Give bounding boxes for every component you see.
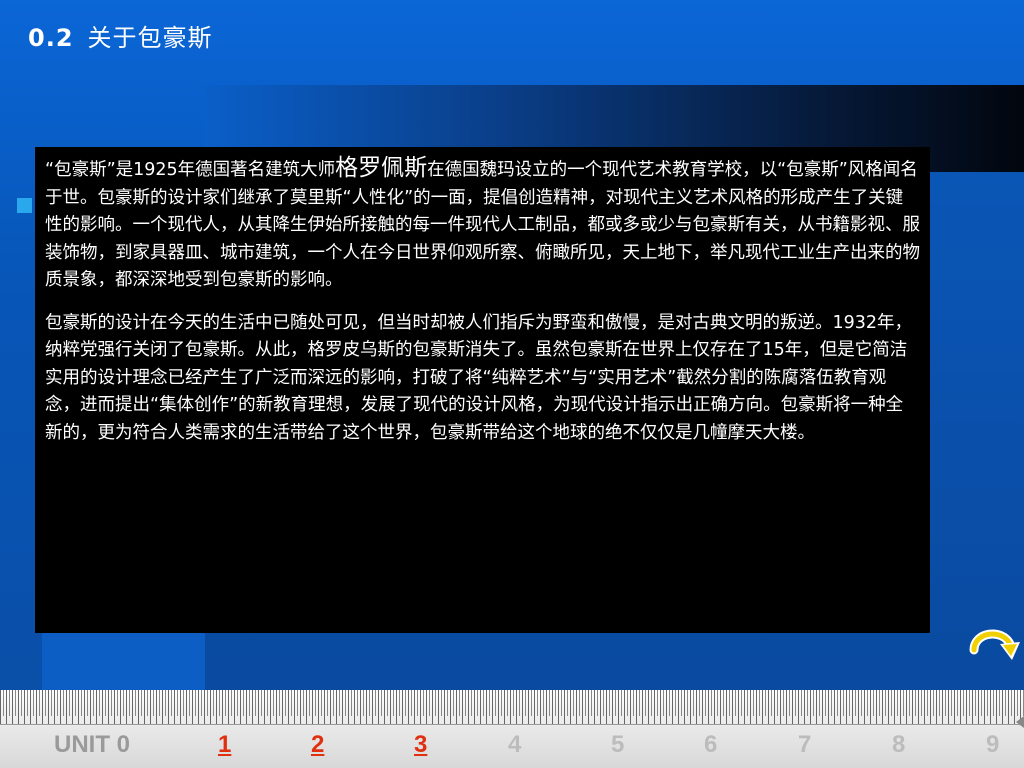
paragraph-1: “包豪斯”是1925年德国著名建筑大师格罗佩斯在德国魏玛设立的一个现代艺术教育学… xyxy=(45,155,920,295)
nav-page-1[interactable]: 1 xyxy=(218,731,231,759)
nav-page-9: 9 xyxy=(986,731,1000,758)
ruler-end-marker-icon xyxy=(1016,716,1024,728)
return-arrow-icon[interactable] xyxy=(968,624,1020,662)
nav-page-3[interactable]: 3 xyxy=(414,731,427,759)
nav-page-7: 7 xyxy=(798,731,812,758)
paragraph-2: 包豪斯的设计在今天的生活中已随处可见，但当时却被人们指斥为野蛮和傲慢，是对古典文… xyxy=(45,312,913,443)
architect-name: 格罗佩斯 xyxy=(335,155,428,181)
title-text: 关于包豪斯 xyxy=(87,24,213,52)
ruler-ticks-minor xyxy=(0,690,1024,716)
paragraph-1-part-a: “包豪斯”是1925年德国著名建筑大师 xyxy=(45,160,336,180)
section-number: 0.2 xyxy=(28,24,74,52)
nav-page-5: 5 xyxy=(611,731,625,758)
nav-page-4: 4 xyxy=(508,731,522,758)
unit-label: UNIT 0 xyxy=(54,731,131,758)
content-textbox: “包豪斯”是1925年德国著名建筑大师格罗佩斯在德国魏玛设立的一个现代艺术教育学… xyxy=(35,147,930,633)
slide-title: 0.2 关于包豪斯 xyxy=(28,18,213,53)
nav-page-8: 8 xyxy=(892,731,906,758)
nav-page-2[interactable]: 2 xyxy=(311,731,324,759)
ruler-baseline xyxy=(0,724,1024,725)
nav-page-6: 6 xyxy=(704,731,718,758)
bullet-square-icon xyxy=(17,198,32,213)
